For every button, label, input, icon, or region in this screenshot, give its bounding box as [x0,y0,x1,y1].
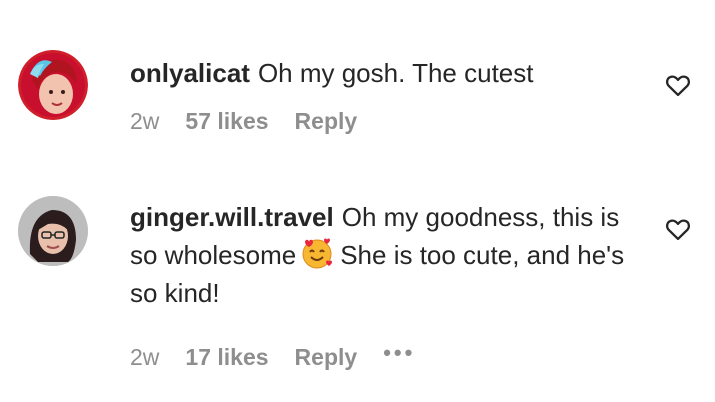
avatar[interactable] [18,196,88,266]
comment-text: ginger.will.travel Oh my goodness, this i… [130,198,630,312]
comment-age[interactable]: 2w [130,344,159,371]
comment-age[interactable]: 2w [130,108,159,135]
smiling-face-with-hearts-icon [300,236,334,270]
reply-button[interactable]: Reply [295,344,358,371]
comment-body: ginger.will.travel Oh my goodness, this i… [130,198,630,372]
like-heart-icon[interactable] [664,215,692,243]
comment-body: onlyalicat Oh my gosh. The cutest 2w 57 l… [130,54,630,136]
reply-button[interactable]: Reply [295,108,358,135]
comment-likes[interactable]: 57 likes [185,108,268,135]
comment-username[interactable]: onlyalicat [130,58,250,88]
comment-meta: 2w 17 likes Reply ••• [130,340,630,372]
comment-meta: 2w 57 likes Reply [130,106,630,136]
comment-content: Oh my gosh. The cutest [257,58,534,88]
more-options-icon[interactable]: ••• [383,340,415,366]
comment-username[interactable]: ginger.will.travel [130,202,334,232]
like-heart-icon[interactable] [664,71,692,99]
avatar[interactable] [18,50,88,120]
comment-likes[interactable]: 17 likes [185,344,268,371]
comment-text: onlyalicat Oh my gosh. The cutest [130,54,630,92]
